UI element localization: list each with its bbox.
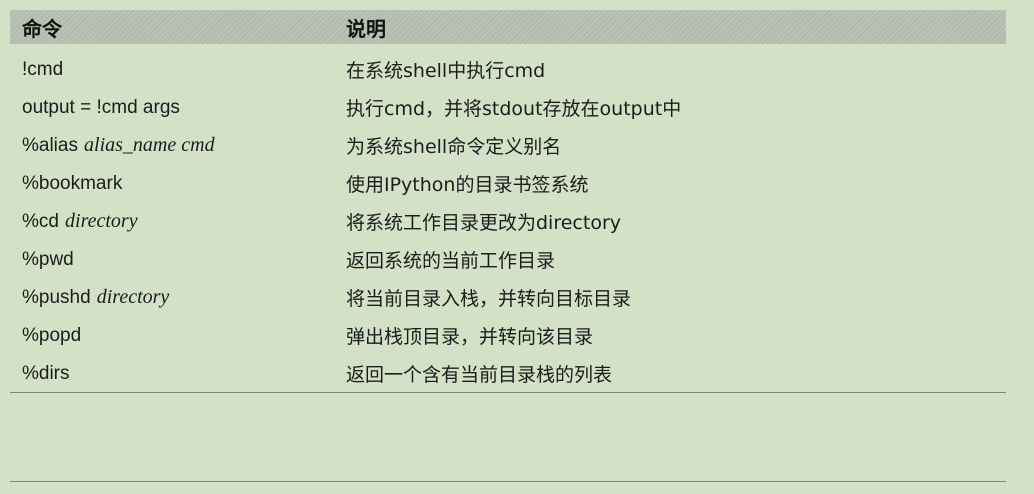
command-name: output = !cmd args: [22, 96, 180, 118]
description-cell: 弹出栈顶目录，并转向该目录: [346, 325, 594, 348]
command-cell: %alias alias_name cmd: [10, 126, 334, 164]
description-cell: 将系统工作目录更改为directory: [346, 211, 621, 234]
description-cell: 在系统shell中执行cmd: [346, 59, 546, 82]
table-row: !cmd 在系统shell中执行cmd: [10, 44, 1006, 88]
table-row: %bookmark 使用IPython的目录书签系统: [10, 164, 1006, 202]
table-header: 命令 说明: [10, 10, 1006, 44]
command-argument: alias_name cmd: [84, 133, 215, 156]
description-cell: 返回一个含有当前目录栈的列表: [334, 354, 1006, 393]
command-name: %pwd: [22, 248, 74, 270]
command-cell: %cd directory: [10, 202, 334, 240]
command-cell: %pwd: [10, 240, 334, 278]
table-header-row: 命令 说明: [10, 10, 1006, 44]
command-argument: directory: [65, 209, 138, 232]
description-cell: 返回系统的当前工作目录: [346, 249, 556, 272]
command-name: !cmd: [22, 58, 64, 80]
command-name: %dirs: [22, 362, 70, 384]
description-cell: 使用IPython的目录书签系统: [346, 173, 589, 196]
description-cell: 为系统shell命令定义别名: [346, 135, 562, 158]
table-body: !cmd 在系统shell中执行cmd output = !cmd args 执…: [10, 44, 1006, 393]
command-cell: %bookmark: [10, 164, 334, 202]
command-argument: directory: [96, 285, 170, 308]
table-row: %popd 弹出栈顶目录，并转向该目录: [10, 316, 1006, 354]
table-row: %cd directory 将系统工作目录更改为directory: [10, 202, 1006, 240]
ipython-shell-commands-table: 命令 说明 !cmd 在系统shell中执行cmd output = !cmd …: [10, 10, 1006, 393]
table-row: %pushd directory 将当前目录入栈，并转向目标目录: [10, 278, 1006, 316]
column-header-description: 说明: [346, 16, 386, 41]
command-cell: output = !cmd args: [10, 88, 334, 126]
command-cell: %popd: [10, 316, 334, 354]
document-page: 命令 说明 !cmd 在系统shell中执行cmd output = !cmd …: [0, 0, 1034, 494]
command-name: %bookmark: [22, 172, 123, 194]
column-header-command: 命令: [22, 16, 62, 41]
command-cell: !cmd: [10, 44, 334, 88]
description-cell: 执行cmd，并将stdout存放在output中: [346, 97, 682, 120]
description-cell: 将当前目录入栈，并转向目标目录: [346, 287, 632, 310]
command-cell: %dirs: [10, 354, 334, 393]
command-name: %cd: [22, 210, 59, 232]
table-row: %pwd 返回系统的当前工作目录: [10, 240, 1006, 278]
command-cell: %pushd directory: [10, 278, 334, 316]
command-name: %pushd: [22, 286, 91, 308]
footer-divider: [10, 481, 1006, 482]
command-name: %popd: [22, 324, 82, 346]
command-name: %alias: [22, 134, 78, 156]
table-row: %dirs 返回一个含有当前目录栈的列表: [10, 354, 1006, 393]
table-row: output = !cmd args 执行cmd，并将stdout存放在outp…: [10, 88, 1006, 126]
table-row: %alias alias_name cmd 为系统shell命令定义别名: [10, 126, 1006, 164]
